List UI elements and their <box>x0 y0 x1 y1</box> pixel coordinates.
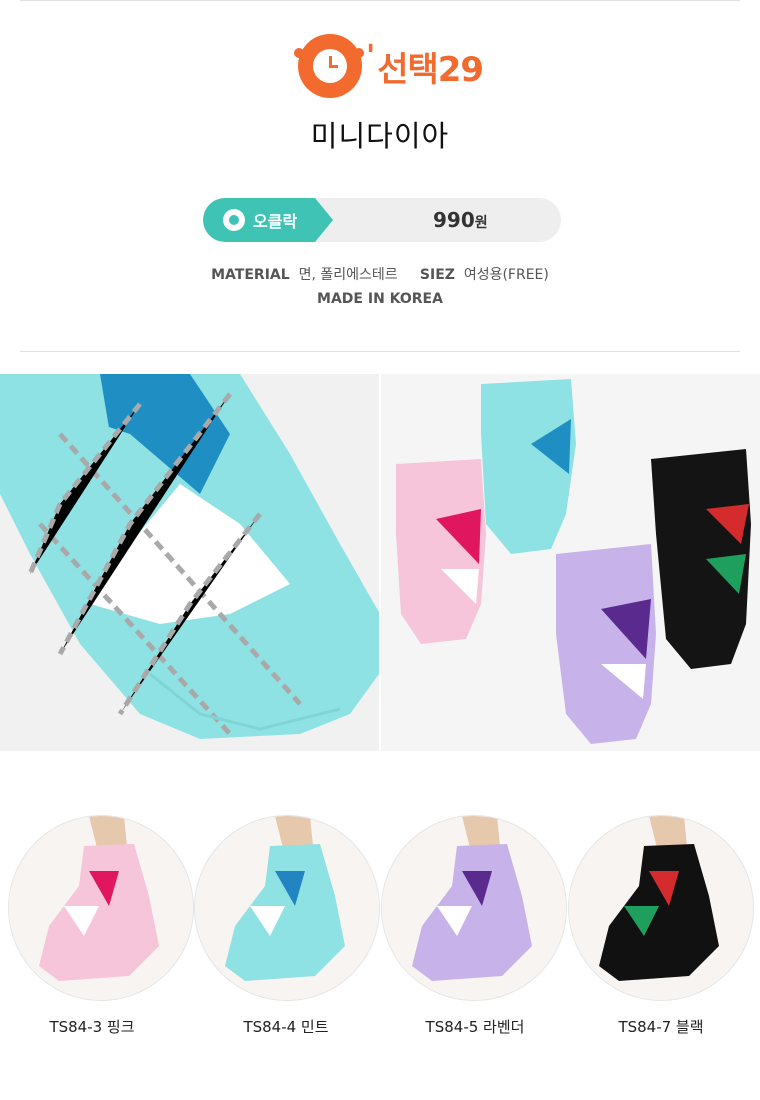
logo-apostrophe: ' <box>366 38 376 74</box>
price-unit: 원 <box>474 215 488 231</box>
black-sock-image <box>569 816 753 1000</box>
product-title: 미니다이아 <box>310 119 450 153</box>
variant-swatch-pink[interactable] <box>8 815 194 1001</box>
mint-sock-image <box>195 816 379 1000</box>
variant-label-black: TS84-7 블랙 <box>618 1018 704 1036</box>
size-value: 여성용(FREE) <box>463 267 549 283</box>
material-value: 면, 폴리에스테르 <box>298 267 398 283</box>
price-number: 990 <box>433 208 475 232</box>
variant-swatch-lavender[interactable] <box>381 815 567 1001</box>
variant-label-mint: TS84-4 민트 <box>243 1018 329 1036</box>
sock-closeup-image <box>0 374 379 751</box>
price-amount: 990원 <box>433 198 488 242</box>
badge-label: 오클락 <box>253 212 298 231</box>
variant-label-lavender: TS84-5 라벤더 <box>425 1018 525 1036</box>
top-divider <box>20 0 740 1</box>
brand-logo[interactable]: ' 선택29 <box>294 33 484 99</box>
clock-icon <box>294 34 364 98</box>
clock-icon <box>223 209 245 231</box>
pink-sock-image <box>9 816 193 1000</box>
product-photo-closeup <box>0 374 379 751</box>
size-label: SIEZ <box>419 267 455 283</box>
lavender-sock-image <box>382 816 566 1000</box>
material-label: MATERIAL <box>211 267 290 283</box>
badge-arrow <box>315 198 333 242</box>
socks-flatlay-image <box>381 374 760 751</box>
oclock-badge: 오클락 <box>203 198 315 242</box>
variant-label-pink: TS84-3 핑크 <box>49 1018 135 1036</box>
variant-swatch-mint[interactable] <box>194 815 380 1001</box>
spec-block: MATERIAL 면, 폴리에스테르 SIEZ 여성용(FREE) MADE I… <box>0 263 760 311</box>
variant-swatch-black[interactable] <box>568 815 754 1001</box>
origin-label: MADE IN KOREA <box>317 291 443 307</box>
product-photo-flatlay <box>381 374 760 751</box>
price-bar: 오클락 990원 <box>203 198 561 242</box>
section-divider <box>20 351 740 352</box>
brand-name: 선택29 <box>377 49 484 90</box>
